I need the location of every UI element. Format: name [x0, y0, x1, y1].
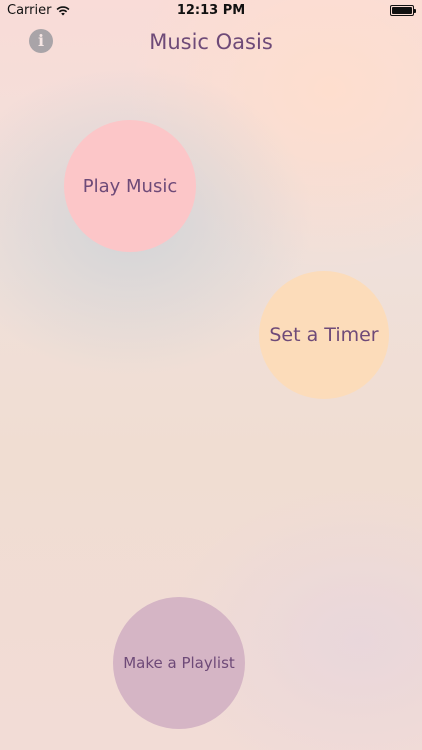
battery-fill — [392, 7, 412, 14]
battery-icon — [390, 5, 416, 16]
play-music-label: Play Music — [82, 175, 178, 197]
status-time: 12:13 PM — [176, 3, 246, 18]
make-playlist-button[interactable]: Make a Playlist — [113, 597, 245, 729]
set-timer-button[interactable]: Set a Timer — [259, 271, 389, 399]
set-timer-label: Set a Timer — [269, 324, 379, 346]
make-playlist-label: Make a Playlist — [123, 654, 235, 672]
status-bar: Carrier 12:13 PM — [0, 0, 422, 22]
page-title: Music Oasis — [149, 30, 273, 54]
play-music-button[interactable]: Play Music — [64, 120, 196, 252]
